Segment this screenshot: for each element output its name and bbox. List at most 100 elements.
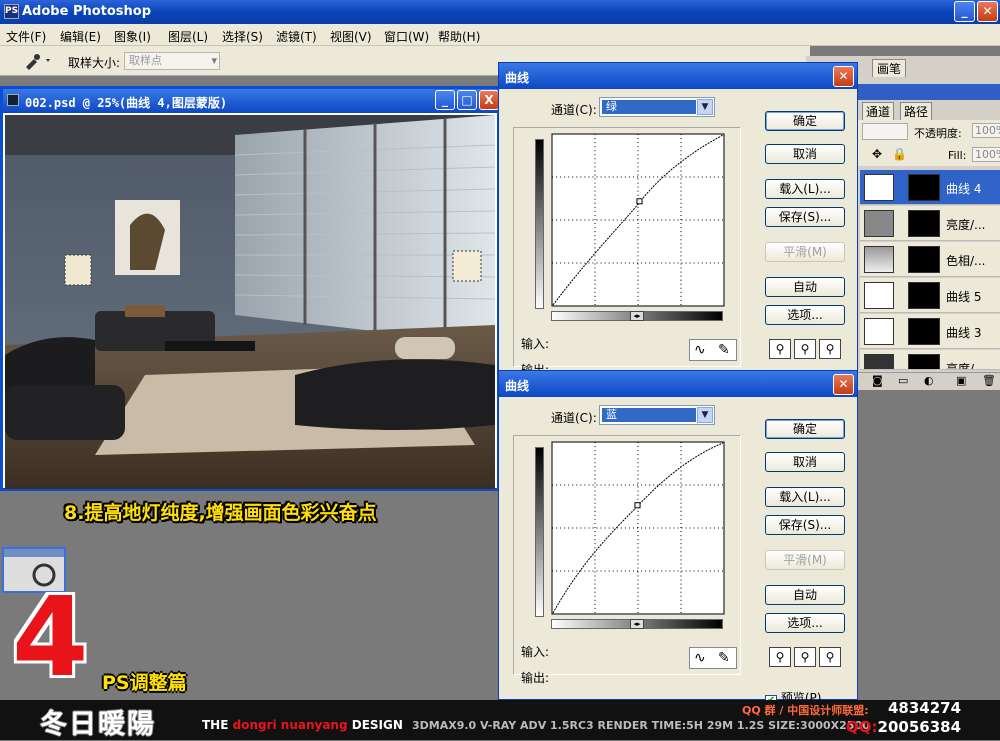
menu-view[interactable]: 视图(V): [330, 28, 372, 45]
adjustment-icon[interactable]: ◐: [924, 374, 934, 387]
output-label: 输出:: [521, 671, 550, 685]
input-gradient-bar: ◂▸: [551, 311, 723, 321]
curve-graph[interactable]: [551, 133, 725, 307]
dialog-close-button[interactable]: ✕: [833, 66, 854, 87]
qq-group-label: QQ 群 / 中国设计师联盟:: [742, 704, 869, 717]
layer-row[interactable]: 曲线 4: [860, 170, 1000, 205]
layer-row[interactable]: 亮度/...: [860, 350, 1000, 370]
load-button[interactable]: 载入(L)...: [765, 179, 845, 199]
layer-row[interactable]: 亮度/...: [860, 206, 1000, 241]
blend-mode-select[interactable]: [862, 123, 908, 140]
curves-dialog-blue: 曲线 ✕ 通道(C): 蓝 ▼ ◂▸ 输入: 输出: ∿ ✎ 确定 取消 载入(…: [498, 370, 858, 707]
output-gradient-bar: [535, 139, 544, 309]
smooth-button[interactable]: 平滑(M): [765, 550, 845, 570]
black-eyedropper-icon[interactable]: ⚲: [769, 647, 791, 667]
document-title-bar: 002.psd @ 25%(曲线 4,图层蒙版) _ □ X: [3, 89, 499, 113]
layer-name: 曲线 5: [946, 290, 982, 304]
mask-icon[interactable]: ◙: [872, 374, 883, 387]
white-eyedropper-icon[interactable]: ⚲: [819, 339, 841, 359]
gray-eyedropper-icon[interactable]: ⚲: [794, 339, 816, 359]
menu-edit[interactable]: 编辑(E): [60, 28, 101, 45]
ok-button[interactable]: 确定: [765, 419, 845, 439]
lock-row: ✥ 🔒 Fill: 100%: [858, 144, 1000, 166]
minimize-button[interactable]: _: [954, 1, 975, 22]
dialog-close-button[interactable]: ✕: [833, 374, 854, 395]
menu-window[interactable]: 窗口(W): [384, 28, 429, 45]
sample-size-select[interactable]: 取样点: [124, 52, 220, 70]
layer-mask-thumb: [908, 354, 940, 369]
layers-tab-row: 通道 路径: [858, 100, 1000, 121]
auto-button[interactable]: 自动: [765, 277, 845, 297]
menu-help[interactable]: 帮助(H): [438, 28, 480, 45]
curve-point-tool-icon[interactable]: ∿: [694, 342, 706, 358]
load-button[interactable]: 载入(L)...: [765, 487, 845, 507]
hue-layer-thumb: [864, 246, 894, 273]
output-gradient-bar: [535, 447, 544, 617]
layer-row[interactable]: 色相/...: [860, 242, 1000, 277]
chevron-down-icon[interactable]: ▼: [697, 99, 713, 115]
brightness-layer-thumb: [864, 210, 894, 237]
tagline-design: DESIGN: [347, 718, 403, 732]
doc-maximize-button[interactable]: □: [457, 90, 477, 110]
channel-select[interactable]: 蓝 ▼: [599, 405, 715, 425]
lock-icon[interactable]: 🔒: [892, 147, 907, 161]
doc-close-button[interactable]: X: [479, 90, 499, 110]
menu-file[interactable]: 文件(F): [6, 28, 46, 45]
app-title: Adobe Photoshop: [22, 4, 152, 19]
doc-minimize-button[interactable]: _: [435, 90, 455, 110]
folder-icon[interactable]: ▭: [898, 374, 908, 387]
channel-value: 绿: [602, 100, 696, 114]
gradient-toggle-icon[interactable]: ◂▸: [630, 619, 644, 629]
layer-name: 曲线 4: [946, 182, 982, 196]
menu-image[interactable]: 图象(I): [114, 28, 151, 45]
step-caption: 8.提高地灯纯度,增强画面色彩兴奋点: [64, 502, 377, 524]
cancel-button[interactable]: 取消: [765, 144, 845, 164]
layer-row[interactable]: 曲线 3: [860, 314, 1000, 349]
new-layer-icon[interactable]: ▣: [956, 374, 966, 387]
trash-icon[interactable]: 🗑: [982, 374, 996, 387]
layer-row[interactable]: 曲线 5: [860, 278, 1000, 313]
pencil-icon[interactable]: ✎: [718, 342, 730, 358]
layer-mask-thumb: [908, 246, 940, 273]
opacity-field[interactable]: 100%: [972, 123, 1000, 138]
qq-number: 20056384: [877, 718, 962, 736]
save-button[interactable]: 保存(S)...: [765, 515, 845, 535]
white-eyedropper-icon[interactable]: ⚲: [819, 647, 841, 667]
layer-mask-thumb: [908, 318, 940, 345]
step-number: 4: [12, 573, 89, 701]
cancel-button[interactable]: 取消: [765, 452, 845, 472]
tab-channels[interactable]: 通道: [862, 102, 895, 121]
curve-point-tool-icon[interactable]: ∿: [694, 650, 706, 666]
ok-button[interactable]: 确定: [765, 111, 845, 131]
smooth-button[interactable]: 平滑(M): [765, 242, 845, 262]
pencil-icon[interactable]: ✎: [718, 650, 730, 666]
chevron-down-icon[interactable]: ▼: [697, 407, 713, 423]
black-eyedropper-icon[interactable]: ⚲: [769, 339, 791, 359]
options-button[interactable]: 选项...: [765, 305, 845, 325]
channel-select[interactable]: 绿 ▼: [599, 97, 715, 117]
gray-eyedropper-icon[interactable]: ⚲: [794, 647, 816, 667]
document-title: 002.psd @ 25%(曲线 4,图层蒙版): [25, 96, 228, 110]
tab-brush[interactable]: 画笔: [872, 59, 907, 77]
gradient-toggle-icon[interactable]: ◂▸: [630, 311, 644, 321]
menu-filter[interactable]: 滤镜(T): [276, 28, 317, 45]
save-button[interactable]: 保存(S)...: [765, 207, 845, 227]
app-title-bar: PS Adobe Photoshop _ ✕: [0, 0, 1000, 24]
close-button[interactable]: ✕: [977, 1, 998, 22]
tab-paths[interactable]: 路径: [900, 102, 933, 121]
layer-name: 色相/...: [946, 254, 986, 268]
brightness-layer-thumb: [864, 354, 894, 369]
auto-button[interactable]: 自动: [765, 585, 845, 605]
layers-palette: 画笔 通道 路径 不透明度: 100% ✥ 🔒 Fill: 100% 曲线 4 …: [806, 56, 1000, 390]
options-button[interactable]: 选项...: [765, 613, 845, 633]
menu-layer[interactable]: 图层(L): [168, 28, 208, 45]
move-icon[interactable]: ✥: [872, 147, 882, 161]
curves-dialog-green: 曲线 ✕ 通道(C): 绿 ▼ ◂▸ 输入: 输出: ∿ ✎ 确定 取消 载入(…: [498, 62, 858, 372]
curves-layer-thumb: [864, 174, 894, 201]
curve-graph[interactable]: [551, 441, 725, 615]
eyedropper-icon[interactable]: [20, 51, 54, 71]
tagline-the: THE: [202, 718, 233, 732]
menu-select[interactable]: 选择(S): [222, 28, 263, 45]
fill-label: Fill:: [948, 149, 967, 162]
fill-field[interactable]: 100%: [972, 147, 1000, 162]
